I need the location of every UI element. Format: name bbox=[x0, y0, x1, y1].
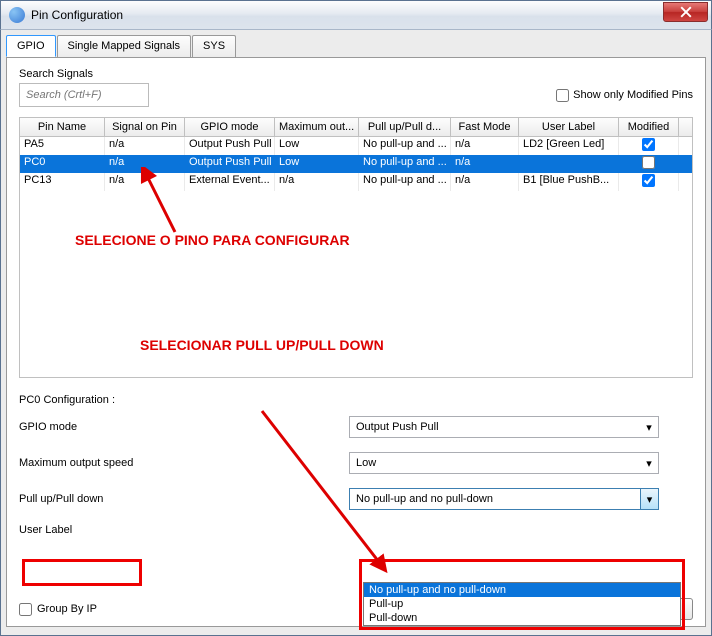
highlight-box bbox=[22, 559, 142, 586]
dropdown-option[interactable]: Pull-up bbox=[364, 597, 680, 611]
chevron-down-icon: ▾ bbox=[640, 489, 658, 509]
col-signal[interactable]: Signal on Pin bbox=[105, 118, 185, 136]
show-only-label: Show only Modified Pins bbox=[573, 89, 693, 101]
pin-table: Pin Name Signal on Pin GPIO mode Maximum… bbox=[19, 117, 693, 378]
config-title: PC0 Configuration : bbox=[19, 394, 693, 406]
cell-fast: n/a bbox=[451, 137, 519, 155]
table-header: Pin Name Signal on Pin GPIO mode Maximum… bbox=[20, 118, 692, 137]
annotation-select-pull: SELECIONAR PULL UP/PULL DOWN bbox=[140, 337, 384, 353]
col-user-label[interactable]: User Label bbox=[519, 118, 619, 136]
table-row[interactable]: PC13 n/a External Event... n/a No pull-u… bbox=[20, 173, 692, 191]
cell-mod bbox=[619, 155, 679, 173]
app-icon bbox=[9, 7, 25, 23]
show-only-checkbox[interactable] bbox=[556, 89, 569, 102]
cell-label: LD2 [Green Led] bbox=[519, 137, 619, 155]
table-row[interactable]: PA5 n/a Output Push Pull Low No pull-up … bbox=[20, 137, 692, 155]
arrow-icon bbox=[252, 406, 422, 576]
tab-panel: Search Signals Show only Modified Pins P… bbox=[6, 57, 706, 627]
cell-label: B1 [Blue PushB... bbox=[519, 173, 619, 191]
cell-mode: Output Push Pull bbox=[185, 155, 275, 173]
chevron-down-icon: ▾ bbox=[640, 417, 658, 437]
modified-checkbox[interactable] bbox=[642, 138, 655, 151]
tab-single-mapped[interactable]: Single Mapped Signals bbox=[57, 35, 192, 57]
cell-max: Low bbox=[275, 155, 359, 173]
cell-fast: n/a bbox=[451, 173, 519, 191]
cell-mod bbox=[619, 137, 679, 155]
cell-max: Low bbox=[275, 137, 359, 155]
group-by-ip-checkbox[interactable] bbox=[19, 603, 32, 616]
pull-dropdown-list[interactable]: No pull-up and no pull-down Pull-up Pull… bbox=[363, 582, 681, 626]
show-only-modified[interactable]: Show only Modified Pins bbox=[556, 89, 693, 102]
table-row[interactable]: PC0 n/a Output Push Pull Low No pull-up … bbox=[20, 155, 692, 173]
cell-pull: No pull-up and ... bbox=[359, 173, 451, 191]
close-icon bbox=[680, 6, 692, 18]
modified-checkbox[interactable] bbox=[642, 156, 655, 169]
search-input[interactable] bbox=[19, 83, 149, 107]
modified-checkbox[interactable] bbox=[642, 174, 655, 187]
cell-max: n/a bbox=[275, 173, 359, 191]
arrow-icon bbox=[135, 167, 195, 237]
chevron-down-icon: ▾ bbox=[640, 453, 658, 473]
annotation-select-pin: SELECIONE O PINO PARA CONFIGURAR bbox=[75, 232, 350, 248]
cell-mod bbox=[619, 173, 679, 191]
cell-pull: No pull-up and ... bbox=[359, 155, 451, 173]
tab-gpio[interactable]: GPIO bbox=[6, 35, 56, 57]
dropdown-option[interactable]: No pull-up and no pull-down bbox=[364, 583, 680, 597]
col-fast[interactable]: Fast Mode bbox=[451, 118, 519, 136]
col-modified[interactable]: Modified bbox=[619, 118, 679, 136]
col-gpio-mode[interactable]: GPIO mode bbox=[185, 118, 275, 136]
search-row: Show only Modified Pins bbox=[19, 83, 693, 107]
cell-pin: PC0 bbox=[20, 155, 105, 173]
cell-pin: PC13 bbox=[20, 173, 105, 191]
close-button[interactable] bbox=[663, 2, 708, 22]
table-body: PA5 n/a Output Push Pull Low No pull-up … bbox=[20, 137, 692, 377]
title-bar: Pin Configuration bbox=[0, 0, 712, 30]
cell-fast: n/a bbox=[451, 155, 519, 173]
tab-bar: GPIO Single Mapped Signals SYS bbox=[1, 30, 711, 57]
dialog-body: GPIO Single Mapped Signals SYS Search Si… bbox=[0, 30, 712, 636]
group-by-ip[interactable]: Group By IP bbox=[19, 603, 97, 616]
col-pull[interactable]: Pull up/Pull d... bbox=[359, 118, 451, 136]
cell-mode: Output Push Pull bbox=[185, 137, 275, 155]
cell-pull: No pull-up and ... bbox=[359, 137, 451, 155]
cell-pin: PA5 bbox=[20, 137, 105, 155]
group-by-ip-label: Group By IP bbox=[37, 603, 97, 615]
dropdown-option[interactable]: Pull-down bbox=[364, 611, 680, 625]
cell-mode: External Event... bbox=[185, 173, 275, 191]
cell-sig: n/a bbox=[105, 137, 185, 155]
tab-sys[interactable]: SYS bbox=[192, 35, 236, 57]
col-pin-name[interactable]: Pin Name bbox=[20, 118, 105, 136]
window-title: Pin Configuration bbox=[31, 8, 123, 22]
search-label: Search Signals bbox=[19, 68, 693, 80]
col-max-out[interactable]: Maximum out... bbox=[275, 118, 359, 136]
cell-label bbox=[519, 155, 619, 173]
